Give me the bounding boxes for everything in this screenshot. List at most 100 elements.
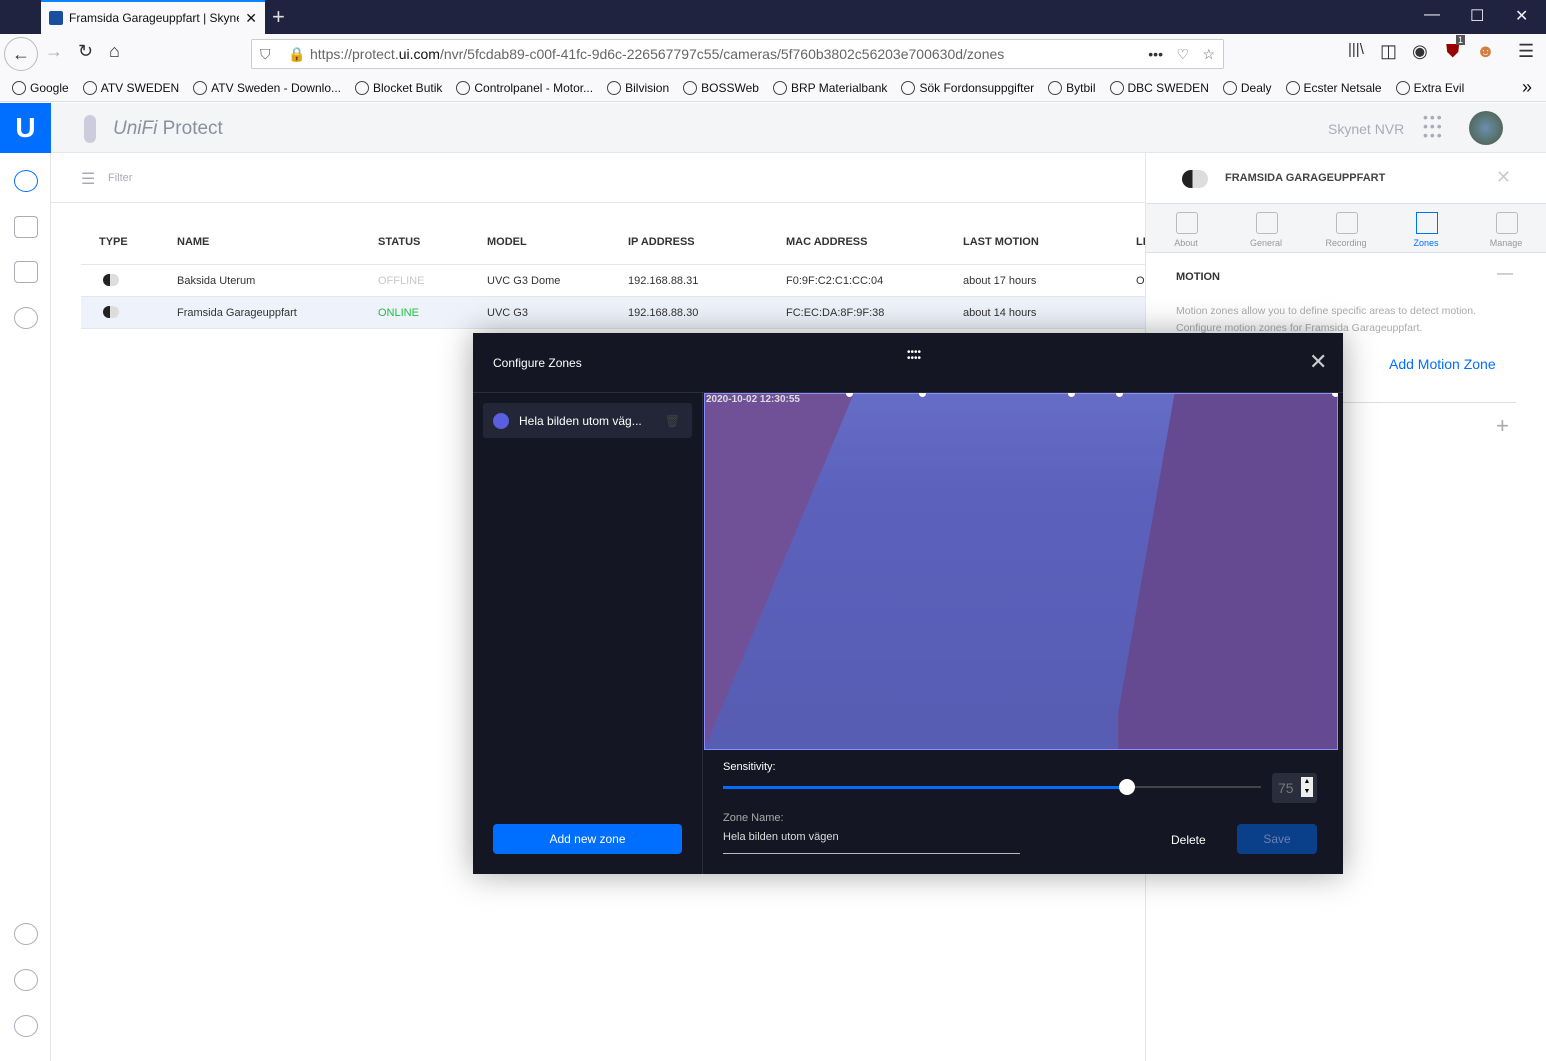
- zone-handle[interactable]: [1332, 393, 1338, 397]
- new-tab-button[interactable]: +: [272, 4, 285, 30]
- bookmark-item[interactable]: Dealy: [1222, 80, 1272, 95]
- nvr-name[interactable]: Skynet NVR: [1328, 121, 1404, 137]
- bookmark-item[interactable]: ATV SWEDEN: [82, 80, 179, 95]
- table-row[interactable]: Baksida Uterum OFFLINE UVC G3 Dome 192.168.…: [81, 265, 1145, 297]
- motion-description: Motion zones allow you to define specifi…: [1176, 305, 1476, 317]
- account-icon[interactable]: ◉: [1412, 41, 1428, 62]
- bookmark-icon: [456, 80, 471, 95]
- maximize-button[interactable]: ☐: [1470, 6, 1484, 26]
- zone-item[interactable]: Hela bilden utom väg... 🗑: [483, 403, 692, 438]
- timelapse-icon[interactable]: [14, 261, 38, 283]
- ubiquiti-logo[interactable]: U: [0, 103, 51, 153]
- menu-icon[interactable]: ☰: [1518, 41, 1534, 62]
- pocket-icon[interactable]: ♡: [1176, 46, 1189, 63]
- configure-zones-dialog: Configure Zones •••• •••• ✕ Hela bilden u…: [473, 333, 1343, 874]
- zone-name-input[interactable]: Hela bilden utom vägen: [723, 831, 1020, 854]
- bookmark-item[interactable]: BOSSWeb: [683, 80, 759, 95]
- minimize-button[interactable]: —: [1424, 6, 1440, 24]
- bookmark-item[interactable]: Bytbil: [1048, 80, 1096, 95]
- liveview-icon[interactable]: [14, 216, 38, 238]
- bookmark-icon: [1048, 80, 1063, 95]
- bookmark-item[interactable]: Blocket Butik: [355, 80, 442, 95]
- camera-type-icon: [103, 306, 119, 318]
- cameras-icon[interactable]: [14, 170, 38, 192]
- cell-mac: FC:EC:DA:8F:9F:38: [786, 307, 885, 319]
- table-row[interactable]: Framsida Garageuppfart ONLINE UVC G3 192.16…: [81, 297, 1145, 329]
- camera-preview[interactable]: 2020-10-02 12:30:55: [704, 393, 1338, 750]
- column-header[interactable]: MODEL: [487, 236, 527, 248]
- drag-handle-icon[interactable]: •••• ••••: [907, 348, 921, 364]
- column-header[interactable]: STATUS: [378, 236, 420, 248]
- sensitivity-slider[interactable]: [723, 779, 1261, 795]
- add-icon[interactable]: +: [1496, 413, 1509, 439]
- spinner-icon[interactable]: ▲ ▼: [1301, 777, 1313, 797]
- bookmark-item[interactable]: Ecster Netsale: [1285, 80, 1382, 95]
- add-new-zone-button[interactable]: Add new zone: [493, 824, 682, 854]
- bookmark-item[interactable]: Extra Evil: [1395, 80, 1464, 95]
- sidebar-icon[interactable]: ◫: [1380, 41, 1397, 62]
- bookmark-item[interactable]: Google: [12, 80, 69, 95]
- users-icon[interactable]: [14, 923, 38, 945]
- home-button[interactable]: ⌂: [109, 41, 120, 62]
- close-window-button[interactable]: ✕: [1515, 6, 1528, 26]
- filter-input[interactable]: Filter: [108, 172, 132, 184]
- collapse-icon[interactable]: —: [1497, 265, 1513, 283]
- filter-bar: ☰ Filter: [51, 153, 1145, 203]
- close-dialog-icon[interactable]: ✕: [1309, 349, 1327, 375]
- slider-handle[interactable]: [1118, 779, 1135, 795]
- library-icon[interactable]: |||\: [1348, 41, 1364, 58]
- delete-button[interactable]: Delete: [1171, 833, 1206, 847]
- tab-recording[interactable]: Recording: [1306, 204, 1386, 252]
- bookmark-star-icon[interactable]: ☆: [1202, 46, 1215, 63]
- zone-list: Hela bilden utom väg... 🗑 Add new zone: [473, 393, 703, 874]
- ublock-icon[interactable]: ⛊ 1: [1446, 35, 1466, 62]
- close-panel-icon[interactable]: ✕: [1496, 167, 1511, 188]
- user-icon[interactable]: [14, 969, 38, 991]
- column-header[interactable]: LAST MOTION: [963, 236, 1039, 248]
- avatar[interactable]: [1469, 111, 1503, 145]
- bookmark-item[interactable]: Sök Fordonsuppgifter: [901, 80, 1034, 95]
- sensitivity-input[interactable]: 75 ▲ ▼: [1272, 773, 1317, 803]
- column-header[interactable]: NAME: [177, 236, 209, 248]
- column-header[interactable]: MAC ADDRESS: [786, 236, 868, 248]
- tab-manage[interactable]: Manage: [1466, 204, 1546, 252]
- settings-icon[interactable]: [14, 1015, 38, 1037]
- back-button[interactable]: ←: [4, 37, 38, 71]
- navigation-bar: ← → ↻ ⌂ ⛉ 🔒 https://protect. ui.com/nvr/5fc…: [0, 34, 1546, 74]
- column-header[interactable]: TYPE: [99, 236, 128, 248]
- page-actions-icon[interactable]: •••: [1148, 46, 1163, 62]
- reload-button[interactable]: ↻: [78, 41, 93, 62]
- tab-general[interactable]: General: [1226, 204, 1306, 252]
- browser-tab[interactable]: Framsida Garageuppfart | Skynet NVR✕: [41, 0, 265, 34]
- dialog-title: Configure Zones: [493, 356, 582, 370]
- bookmark-item[interactable]: BRP Materialbank: [772, 80, 887, 95]
- close-tab-icon[interactable]: ✕: [245, 10, 257, 27]
- url-bar[interactable]: ⛉ 🔒 https://protect. ui.com/nvr/5fcdab89-c0…: [251, 39, 1224, 69]
- save-button[interactable]: Save: [1237, 824, 1317, 854]
- bookmark-item[interactable]: Bilvision: [607, 80, 669, 95]
- bookmark-item[interactable]: Controlpanel - Motor...: [456, 80, 593, 95]
- cell-extra: O: [1136, 275, 1145, 287]
- history-icon[interactable]: [14, 307, 38, 329]
- more-bookmarks-icon[interactable]: »: [1522, 77, 1532, 98]
- cell-last_motion: about 17 hours: [963, 275, 1037, 287]
- bookmark-icon: [12, 80, 26, 95]
- trash-icon[interactable]: 🗑: [665, 414, 680, 428]
- bookmark-icon: [607, 80, 622, 95]
- apps-grid-icon[interactable]: ••• ••• •••: [1423, 110, 1444, 142]
- bookmark-icon: [1222, 80, 1237, 95]
- bookmark-item[interactable]: DBC SWEDEN: [1109, 80, 1209, 95]
- column-header[interactable]: IP ADDRESS: [628, 236, 695, 248]
- extension-monkey-icon[interactable]: ☻: [1476, 41, 1495, 62]
- bookmark-icon: [683, 80, 698, 95]
- bookmark-item[interactable]: ATV Sweden - Downlo...: [193, 80, 341, 95]
- zone-color-dot: [493, 412, 509, 429]
- tab-zones[interactable]: Zones: [1386, 204, 1466, 252]
- cell-last_motion: about 14 hours: [963, 307, 1037, 319]
- cell-ip: 192.168.88.31: [628, 275, 699, 287]
- bookmark-icon: [1395, 80, 1410, 95]
- tab-about[interactable]: About: [1146, 204, 1226, 252]
- forward-button[interactable]: →: [45, 41, 63, 62]
- bookmark-icon: [901, 80, 916, 95]
- add-motion-zone-link[interactable]: Add Motion Zone: [1389, 356, 1496, 372]
